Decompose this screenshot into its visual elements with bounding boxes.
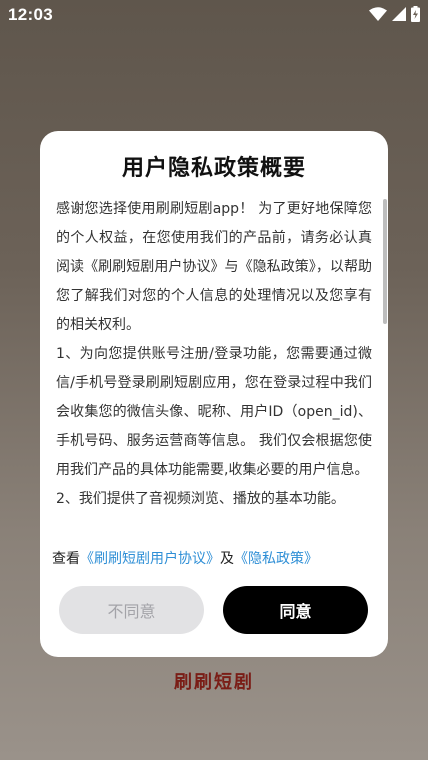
- policy-content: 感谢您选择使用刷刷短剧app！ 为了更好地保障您的个人权益，在您使用我们的产品前…: [56, 195, 372, 514]
- policy-paragraph: 2、我们提供了音视频浏览、播放的基本功能。: [56, 491, 345, 507]
- brand-name: 刷刷短剧: [174, 672, 254, 693]
- policy-paragraph: 感谢您选择使用刷刷短剧app！ 为了更好地保障您的个人权益，在您使用我们的产品前…: [56, 201, 372, 333]
- agreement-conjunction: 及: [220, 551, 234, 567]
- wifi-icon: [369, 7, 387, 21]
- dialog-title: 用户隐私政策概要: [121, 156, 306, 181]
- status-time: 12:03: [8, 5, 53, 24]
- status-icons: [369, 6, 420, 22]
- agree-button[interactable]: 同意: [223, 586, 368, 634]
- signal-icon: [392, 7, 406, 21]
- status-bar: 12:03: [0, 0, 428, 30]
- user-agreement-link[interactable]: 《刷刷短剧用户协议》: [80, 551, 220, 567]
- policy-paragraph: 1、为向您提供账号注册/登录功能，您需要通过微信/手机号登录刷刷短剧应用，您在登…: [56, 346, 372, 478]
- content-scrollbar[interactable]: [383, 199, 387, 324]
- battery-charging-icon: [411, 6, 420, 22]
- agreement-prefix: 查看: [52, 551, 80, 567]
- policy-content-scroll[interactable]: 感谢您选择使用刷刷短剧app！ 为了更好地保障您的个人权益，在您使用我们的产品前…: [56, 195, 372, 597]
- disagree-button[interactable]: 不同意: [59, 586, 204, 634]
- privacy-dialog: 用户隐私政策概要 感谢您选择使用刷刷短剧app！ 为了更好地保障您的个人权益，在…: [40, 131, 388, 657]
- privacy-policy-link[interactable]: 《隐私政策》: [234, 551, 318, 567]
- agreement-links: 查看《刷刷短剧用户协议》及《隐私政策》: [52, 548, 382, 568]
